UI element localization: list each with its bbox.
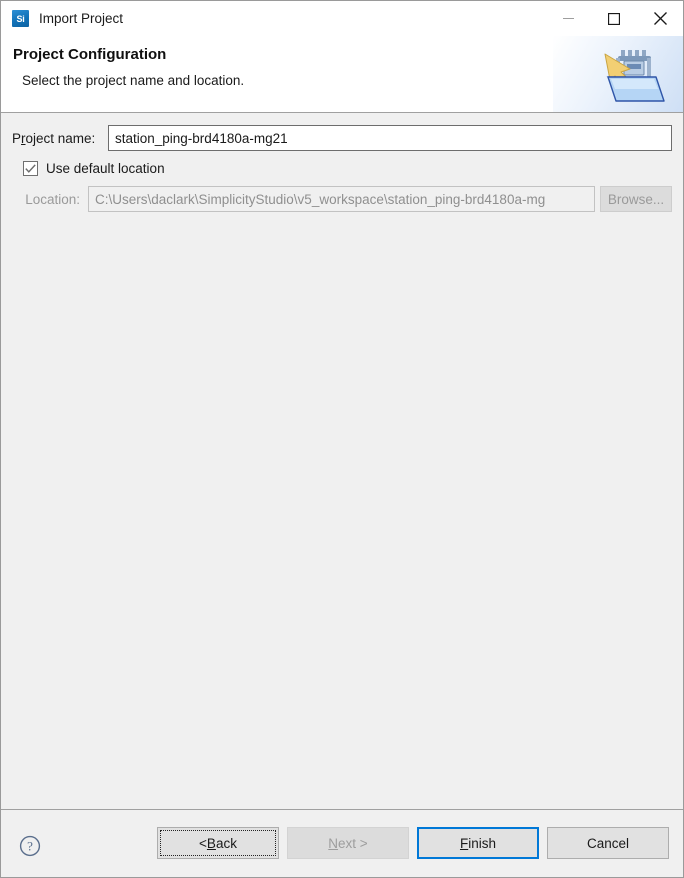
wizard-header: Project Configuration Select the project… xyxy=(1,36,683,113)
next-button[interactable]: Next > xyxy=(287,827,409,859)
project-name-input[interactable] xyxy=(108,125,672,151)
minimize-icon xyxy=(562,18,574,19)
checkmark-icon xyxy=(25,164,36,173)
title-bar: Si Import Project xyxy=(1,1,683,36)
window-controls xyxy=(545,1,683,36)
next-button-post: ext > xyxy=(338,835,368,851)
finish-button[interactable]: Finish xyxy=(417,827,539,859)
wizard-buttons: < Back Next > Finish Cancel xyxy=(157,827,669,859)
import-project-dialog: Si Import Project Project Configuration … xyxy=(0,0,684,878)
dialog-footer: ? < Back Next > Finish Cancel xyxy=(1,809,683,877)
back-button[interactable]: < Back xyxy=(157,827,279,859)
location-input[interactable] xyxy=(88,186,595,212)
window-title: Import Project xyxy=(39,11,124,26)
dialog-body: Project name: Use default location Locat… xyxy=(1,113,683,809)
help-question-icon[interactable]: ? xyxy=(19,835,41,857)
project-name-label-post: oject name: xyxy=(25,130,96,146)
project-name-label: Project name: xyxy=(12,131,108,146)
close-icon xyxy=(653,12,667,25)
title-bar-left: Si Import Project xyxy=(1,10,123,27)
use-default-location-checkbox[interactable] xyxy=(23,161,38,176)
minimize-button[interactable] xyxy=(545,1,591,36)
finish-button-post: inish xyxy=(468,835,496,851)
close-button[interactable] xyxy=(637,1,683,36)
use-default-location-label: Use default location xyxy=(46,161,165,176)
maximize-icon xyxy=(608,12,620,25)
browse-button[interactable]: Browse... xyxy=(600,186,672,212)
svg-text:?: ? xyxy=(27,839,33,854)
back-button-mnemonic: B xyxy=(206,835,216,851)
simplicity-studio-app-icon: Si xyxy=(12,10,29,27)
finish-button-mnemonic: F xyxy=(459,835,469,851)
back-button-pre: < xyxy=(199,835,207,851)
next-button-mnemonic: N xyxy=(328,835,339,851)
back-button-post: ack xyxy=(215,835,237,851)
project-name-row: Project name: xyxy=(12,125,672,151)
project-configuration-form: Project name: Use default location Locat… xyxy=(1,113,683,212)
use-default-location-row[interactable]: Use default location xyxy=(12,161,672,176)
page-subtitle: Select the project name and location. xyxy=(22,73,245,88)
import-project-folder-icon xyxy=(604,50,665,102)
location-label: Location: xyxy=(25,191,80,207)
page-title: Project Configuration xyxy=(13,46,167,63)
maximize-button[interactable] xyxy=(591,1,637,36)
project-name-label-pre: P xyxy=(12,130,22,146)
cancel-button[interactable]: Cancel xyxy=(547,827,669,859)
location-row: Location: Browse... xyxy=(12,186,672,212)
